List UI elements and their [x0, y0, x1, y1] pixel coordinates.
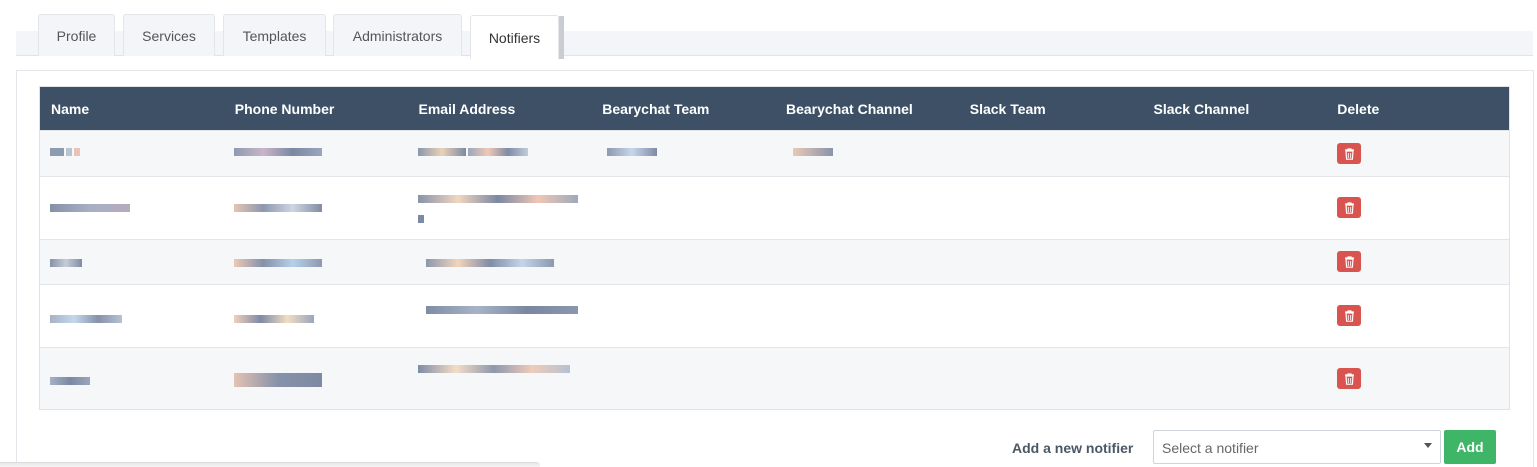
tab-bar: Profile Services Templates Administrator… — [16, 12, 1533, 59]
notifier-select[interactable]: Select a notifier — [1153, 430, 1441, 464]
trash-icon — [1344, 255, 1354, 268]
redacted-email — [418, 148, 528, 156]
redacted-email — [418, 365, 570, 373]
caret-down-icon — [1424, 443, 1432, 448]
redacted-name — [50, 148, 80, 156]
column-header-slack-channel: Slack Channel — [1153, 100, 1250, 117]
table-row — [40, 347, 1509, 409]
redacted-bearychat-channel — [793, 148, 833, 156]
tab-templates[interactable]: Templates — [223, 14, 326, 56]
tab-services[interactable]: Services — [123, 14, 215, 56]
redacted-phone — [234, 259, 322, 267]
redacted-bearychat-team — [607, 148, 657, 156]
table-row — [40, 176, 1509, 239]
trash-icon — [1344, 201, 1354, 214]
column-header-delete: Delete — [1337, 100, 1380, 117]
trash-icon — [1344, 309, 1354, 322]
delete-button[interactable] — [1337, 143, 1361, 164]
redacted-phone — [234, 315, 314, 323]
delete-button[interactable] — [1337, 368, 1361, 389]
trash-icon — [1344, 147, 1354, 160]
redacted-email — [418, 195, 578, 223]
add-notifier-button[interactable]: Add — [1444, 430, 1496, 464]
column-header-slack-team: Slack Team — [969, 100, 1046, 117]
notifiers-table: Name Phone Number Email Address Bearycha… — [39, 86, 1510, 410]
redacted-email — [426, 306, 578, 314]
redacted-email — [426, 259, 554, 267]
tab-administrators[interactable]: Administrators — [333, 14, 462, 56]
redacted-name — [50, 315, 122, 323]
redacted-name — [50, 204, 130, 212]
table-row — [40, 239, 1509, 284]
redacted-phone — [234, 148, 322, 156]
redacted-name — [50, 377, 90, 385]
bottom-panel-edge — [0, 462, 540, 467]
trash-icon — [1344, 372, 1354, 385]
table-row — [40, 130, 1509, 176]
delete-button[interactable] — [1337, 305, 1361, 326]
table-row — [40, 284, 1509, 347]
delete-button[interactable] — [1337, 197, 1361, 218]
add-notifier-label: Add a new notifier — [1012, 440, 1134, 456]
delete-button[interactable] — [1337, 251, 1361, 272]
column-header-phone: Phone Number — [234, 100, 335, 117]
column-header-bearychat-channel: Bearychat Channel — [786, 100, 913, 117]
column-header-bearychat-team: Bearychat Team — [602, 100, 710, 117]
table-header: Name Phone Number Email Address Bearycha… — [40, 87, 1509, 130]
redacted-phone — [234, 204, 322, 212]
tab-profile[interactable]: Profile — [38, 14, 115, 56]
redacted-phone — [234, 373, 322, 387]
column-header-email: Email Address — [418, 100, 516, 117]
tab-notifiers[interactable]: Notifiers — [470, 15, 564, 59]
redacted-name — [50, 259, 82, 267]
column-header-name: Name — [51, 100, 90, 117]
notifier-select-placeholder: Select a notifier — [1162, 440, 1259, 456]
